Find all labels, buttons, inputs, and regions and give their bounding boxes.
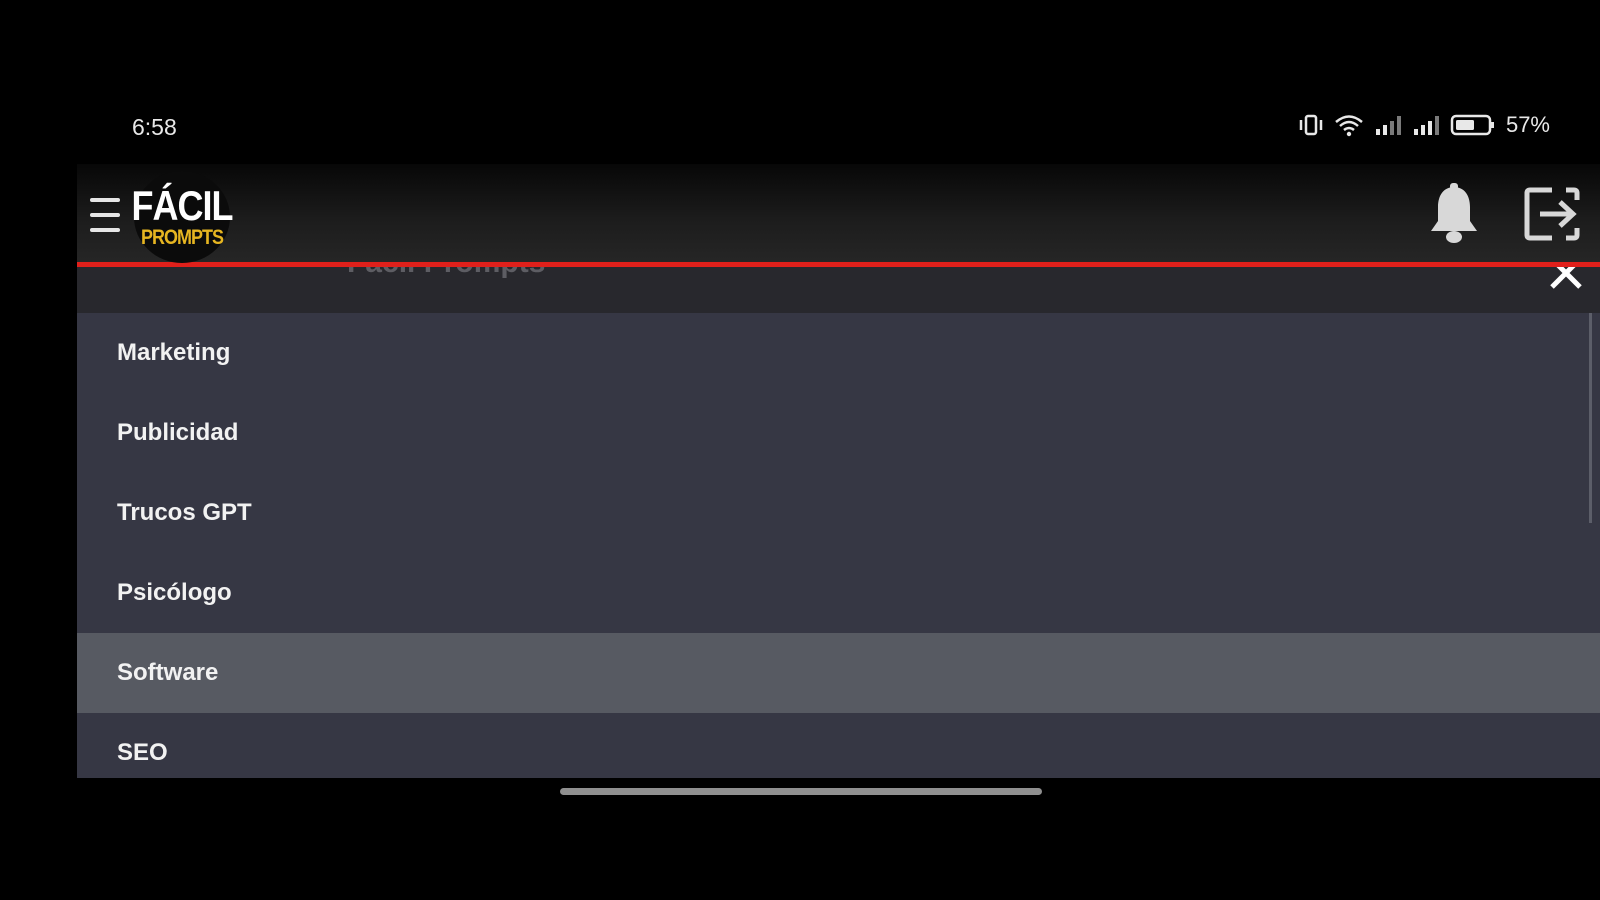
home-indicator[interactable]	[560, 788, 1042, 795]
status-icons: 57%	[1298, 112, 1550, 138]
signal-icon	[1375, 116, 1401, 135]
menu-item-label: Software	[117, 659, 219, 686]
drawer-header: Fácil Prompts	[77, 267, 1600, 313]
close-icon[interactable]	[1548, 267, 1584, 291]
menu-item-label: Publicidad	[117, 419, 239, 446]
logout-icon[interactable]	[1522, 184, 1582, 244]
signal-icon	[1413, 116, 1439, 135]
menu-item-label: Psicólogo	[117, 579, 232, 606]
status-bar: 6:58 57%	[0, 100, 1600, 156]
logo-text-bottom: PROMPTS	[140, 225, 224, 249]
logo-text-top: FÁCIL	[131, 181, 234, 229]
menu-item-psicologo[interactable]: Psicólogo	[77, 553, 1600, 633]
wifi-icon	[1335, 115, 1363, 137]
battery-percent: 57%	[1505, 112, 1550, 137]
menu-item-marketing[interactable]: Marketing	[77, 313, 1600, 393]
vibrate-icon	[1299, 114, 1323, 136]
app-header	[77, 164, 1600, 264]
menu-scrollbar[interactable]	[1589, 313, 1592, 523]
menu-item-label: Trucos GPT	[117, 499, 252, 526]
menu-item-trucos-gpt[interactable]: Trucos GPT	[77, 473, 1600, 553]
menu-item-software[interactable]: Software	[77, 633, 1600, 713]
battery-icon	[1450, 114, 1494, 136]
app-logo[interactable]: FÁCIL PROMPTS	[131, 171, 234, 263]
status-time: 6:58	[132, 114, 177, 140]
menu-item-publicidad[interactable]: Publicidad	[77, 393, 1600, 473]
menu-item-label: SEO	[117, 739, 168, 766]
category-menu: Marketing Publicidad Trucos GPT Psicólog…	[77, 313, 1600, 778]
menu-item-label: Marketing	[117, 339, 231, 366]
hamburger-menu-icon[interactable]	[90, 196, 120, 234]
drawer-title: Fácil Prompts	[347, 267, 545, 280]
bell-icon[interactable]	[1426, 183, 1482, 247]
menu-item-seo[interactable]: SEO	[77, 713, 1600, 778]
